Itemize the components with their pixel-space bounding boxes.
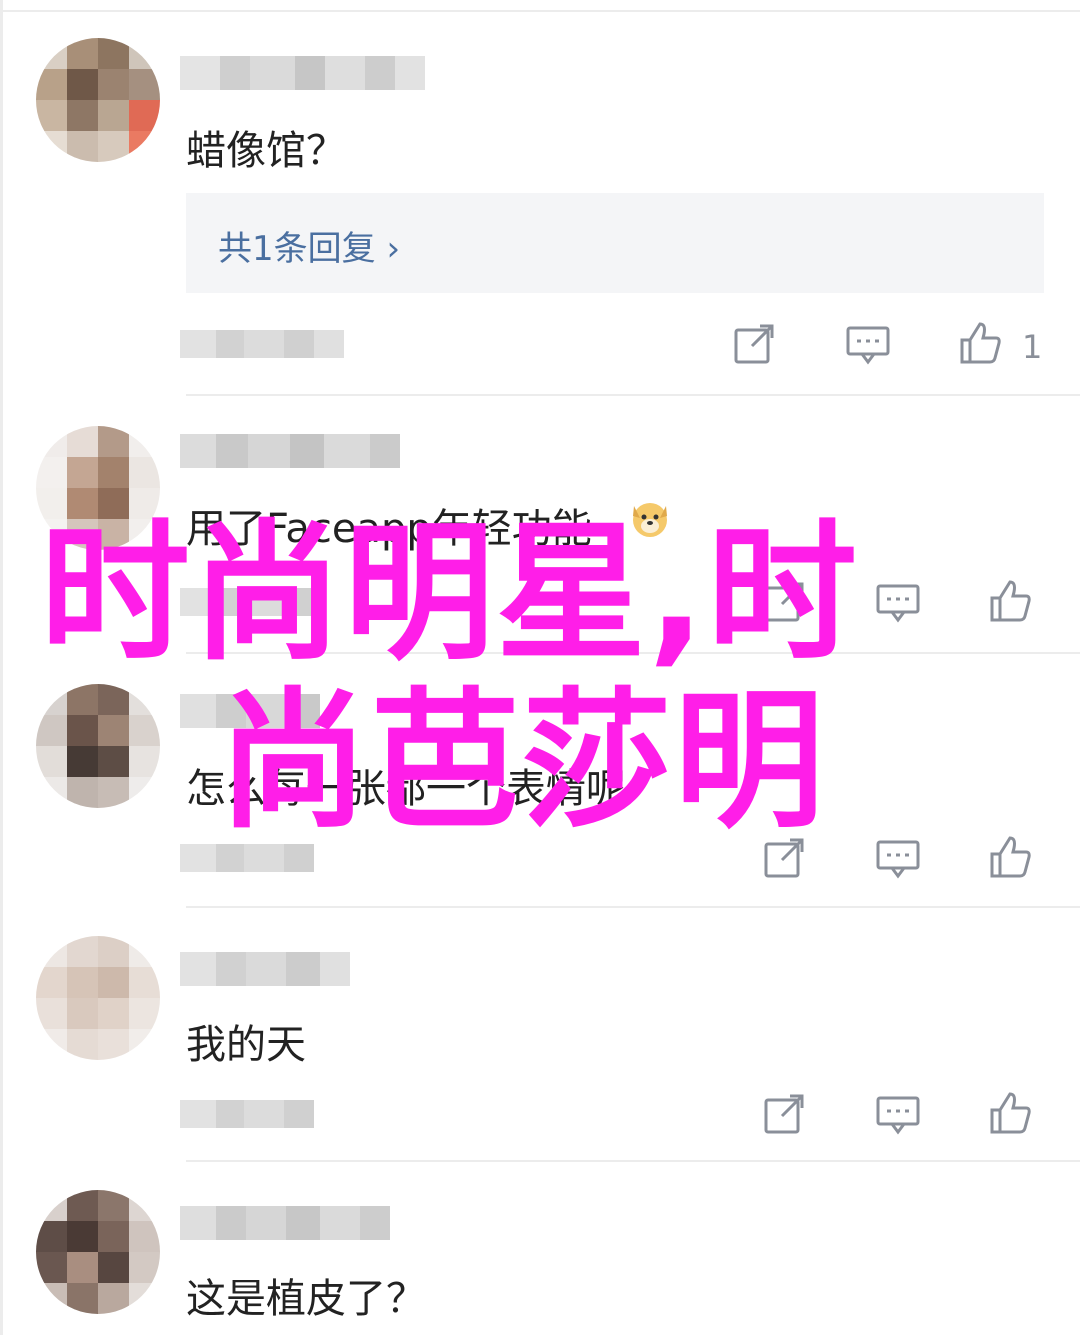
left-edge [0,0,3,1335]
like-count: 1 [1022,328,1043,366]
comment-divider [186,394,1080,396]
view-replies-link[interactable]: 共1条回复 › [218,221,400,270]
avatar[interactable] [36,1190,160,1314]
comment-icon[interactable] [874,1090,922,1138]
username-blurred[interactable] [180,56,425,90]
share-icon[interactable] [730,320,778,368]
timestamp-blurred [180,330,344,358]
comment-text: 蜡像馆？ [186,128,346,174]
comment-text: 我的天 [186,1022,306,1068]
thumbs-up-icon[interactable] [956,320,1004,368]
avatar[interactable] [36,38,160,162]
thumbs-up-icon[interactable] [986,1090,1034,1138]
comment-text: 这是植皮了？ [186,1276,426,1322]
comment-page: 蜡像馆？ 共1条回复 › 1 用了Faceapp年轻功能 怎么每一张都一个表情呢… [0,0,1080,1335]
username-blurred[interactable] [180,952,350,986]
timestamp-blurred [180,1100,314,1128]
replies-panel[interactable]: 共1条回复 › [186,193,1044,293]
comment-icon[interactable] [844,320,892,368]
overlay-title: 时尚明星,时 尚芭莎明 [40,510,1040,846]
overlay-title-line2: 尚芭莎明 [218,675,827,849]
username-blurred[interactable] [180,1206,390,1240]
top-divider [0,10,1080,12]
avatar[interactable] [36,936,160,1060]
comment-divider [186,906,1080,908]
comment-divider [186,1160,1080,1162]
overlay-title-line1: 时尚明星,时 [40,507,859,681]
username-blurred[interactable] [180,434,400,468]
share-icon[interactable] [760,1090,808,1138]
